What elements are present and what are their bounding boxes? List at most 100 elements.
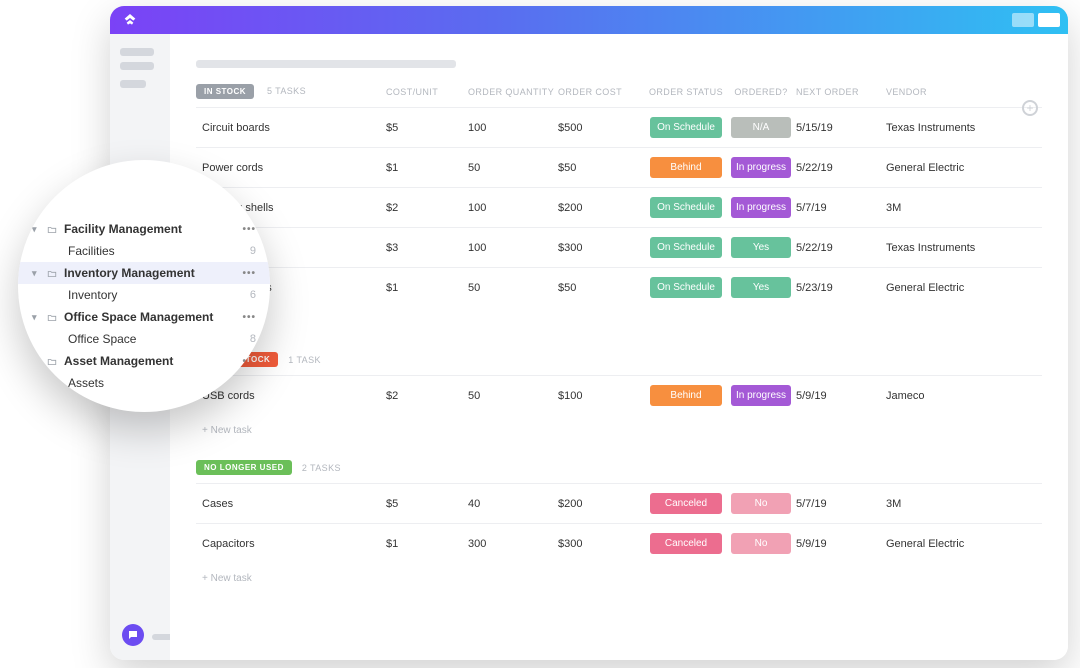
caret-icon: ▾	[32, 224, 40, 235]
sidebar-list[interactable]: Inventory6	[18, 284, 270, 306]
table-row[interactable]: Circuit boards $5 100 $500 On Schedule N…	[196, 107, 1042, 147]
col-ordered: ORDERED?	[726, 87, 796, 97]
sidebar-list[interactable]: Facilities 9	[18, 240, 270, 262]
cell-cost: $1	[386, 162, 468, 174]
tree-count: 10	[244, 377, 256, 389]
chat-button[interactable]	[122, 624, 144, 646]
cell-nextorder: 5/22/19	[796, 162, 886, 174]
cell-ordered[interactable]: Yes	[726, 277, 796, 298]
sidebar-folder[interactable]: ▾ Inventory Management •••	[18, 262, 270, 284]
cell-ordered[interactable]: No	[726, 533, 796, 554]
caret-icon: ▾	[32, 268, 40, 279]
cell-ordered[interactable]: No	[726, 493, 796, 514]
cell-ordercost: $50	[558, 162, 646, 174]
cell-nextorder: 5/9/19	[796, 390, 886, 402]
sidebar-zoom-lens: ▾ Facility Management ••• Facilities 9 ▾ Inven…	[18, 160, 270, 412]
sidebar-folder[interactable]: ▾Asset Management•••	[18, 350, 270, 372]
more-icon[interactable]: •••	[242, 268, 256, 279]
cell-status[interactable]: Behind	[646, 385, 726, 406]
table-row[interactable]: Housing shells $2 100 $200 On Schedule I…	[196, 187, 1042, 227]
cell-name: Power cords	[196, 162, 386, 174]
group-badge[interactable]: IN STOCK	[196, 84, 254, 99]
cell-vendor: Jameco	[886, 390, 1036, 402]
cell-cost: $1	[386, 538, 468, 550]
cell-status[interactable]: On Schedule	[646, 277, 726, 298]
tree-count: 6	[250, 289, 256, 301]
table-row[interactable]: Capacitors $1 300 $300 Canceled No 5/9/1…	[196, 523, 1042, 563]
more-icon[interactable]: •••	[242, 356, 256, 367]
cell-nextorder: 5/15/19	[796, 122, 886, 134]
cell-ordered[interactable]: In progress	[726, 157, 796, 178]
add-column-button[interactable]: +	[1022, 100, 1038, 116]
cell-ordercost: $50	[558, 282, 646, 294]
table-row[interactable]: Displays $3 100 $300 On Schedule Yes 5/2…	[196, 227, 1042, 267]
tree-label: Office Space Management	[64, 310, 213, 324]
cell-vendor: General Electric	[886, 162, 1036, 174]
tree-label: Asset Management	[64, 354, 173, 368]
new-task-button[interactable]: + New task	[196, 307, 1042, 348]
cell-ordercost: $200	[558, 498, 646, 510]
cell-vendor: Texas Instruments	[886, 242, 1036, 254]
col-vendor: VENDOR	[886, 87, 1036, 97]
tree-label: Facility Management	[64, 222, 182, 236]
sidebar-folder[interactable]: ▾ Office Space Management •••	[18, 306, 270, 328]
window-controls	[1012, 13, 1060, 27]
cell-ordered[interactable]: N/A	[726, 117, 796, 138]
cell-ordercost: $200	[558, 202, 646, 214]
new-task-button[interactable]: + New task	[196, 563, 1042, 604]
tree-label: Assets	[68, 376, 104, 390]
group-header: OUT OF STOCK 1 TASK	[196, 348, 1042, 375]
sidebar-folder[interactable]: ▾ Facility Management •••	[18, 218, 270, 240]
caret-icon: ▾	[32, 312, 40, 323]
cell-ordercost: $300	[558, 538, 646, 550]
cell-status[interactable]: Behind	[646, 157, 726, 178]
tree-count: 9	[250, 245, 256, 257]
window-maximize-button[interactable]	[1038, 13, 1060, 27]
new-task-button[interactable]: + New task	[196, 415, 1042, 456]
cell-nextorder: 5/22/19	[796, 242, 886, 254]
cell-ordered[interactable]: In progress	[726, 197, 796, 218]
more-icon[interactable]: •••	[242, 312, 256, 323]
folder-icon	[46, 312, 58, 322]
cell-status[interactable]: On Schedule	[646, 197, 726, 218]
chat-icon	[127, 629, 139, 641]
cell-qty: 300	[468, 538, 558, 550]
more-icon[interactable]: •••	[242, 224, 256, 235]
folder-icon	[46, 224, 58, 234]
page-title-placeholder	[196, 60, 456, 68]
group-badge[interactable]: NO LONGER USED	[196, 460, 292, 475]
cell-ordered[interactable]: Yes	[726, 237, 796, 258]
cell-nextorder: 5/7/19	[796, 498, 886, 510]
cell-status[interactable]: Canceled	[646, 493, 726, 514]
cell-qty: 50	[468, 390, 558, 402]
col-ordercost: ORDER COST	[558, 87, 646, 97]
cell-qty: 50	[468, 162, 558, 174]
folder-icon	[46, 356, 58, 366]
cell-ordercost: $100	[558, 390, 646, 402]
sidebar-list[interactable]: Office Space8	[18, 328, 270, 350]
col-qty: ORDER QUANTITY	[468, 87, 558, 97]
table-row[interactable]: Cases $5 40 $200 Canceled No 5/7/19 3M	[196, 483, 1042, 523]
table-row[interactable]: USB cords $2 50 $100 Behind In progress …	[196, 375, 1042, 415]
cell-name: Circuit boards	[196, 122, 386, 134]
sidebar-list[interactable]: Assets 10	[18, 372, 270, 394]
cell-ordered[interactable]: In progress	[726, 385, 796, 406]
cell-qty: 100	[468, 122, 558, 134]
cell-nextorder: 5/7/19	[796, 202, 886, 214]
window-minimize-button[interactable]	[1012, 13, 1034, 27]
cell-vendor: Texas Instruments	[886, 122, 1036, 134]
table-row[interactable]: Ribbon cables $1 50 $50 On Schedule Yes …	[196, 267, 1042, 307]
table-row[interactable]: Power cords $1 50 $50 Behind In progress…	[196, 147, 1042, 187]
tree-label: Facilities	[68, 244, 115, 258]
tree-label: Inventory Management	[64, 266, 195, 280]
cell-vendor: 3M	[886, 498, 1036, 510]
cell-cost: $2	[386, 390, 468, 402]
cell-status[interactable]: On Schedule	[646, 117, 726, 138]
cell-status[interactable]: Canceled	[646, 533, 726, 554]
group-header: IN STOCK 5 TASKS COST/UNIT ORDER QUANTIT…	[196, 84, 1042, 107]
cell-name: Capacitors	[196, 538, 386, 550]
cell-cost: $5	[386, 498, 468, 510]
cell-nextorder: 5/23/19	[796, 282, 886, 294]
sidebar-placeholder	[120, 62, 154, 70]
cell-status[interactable]: On Schedule	[646, 237, 726, 258]
